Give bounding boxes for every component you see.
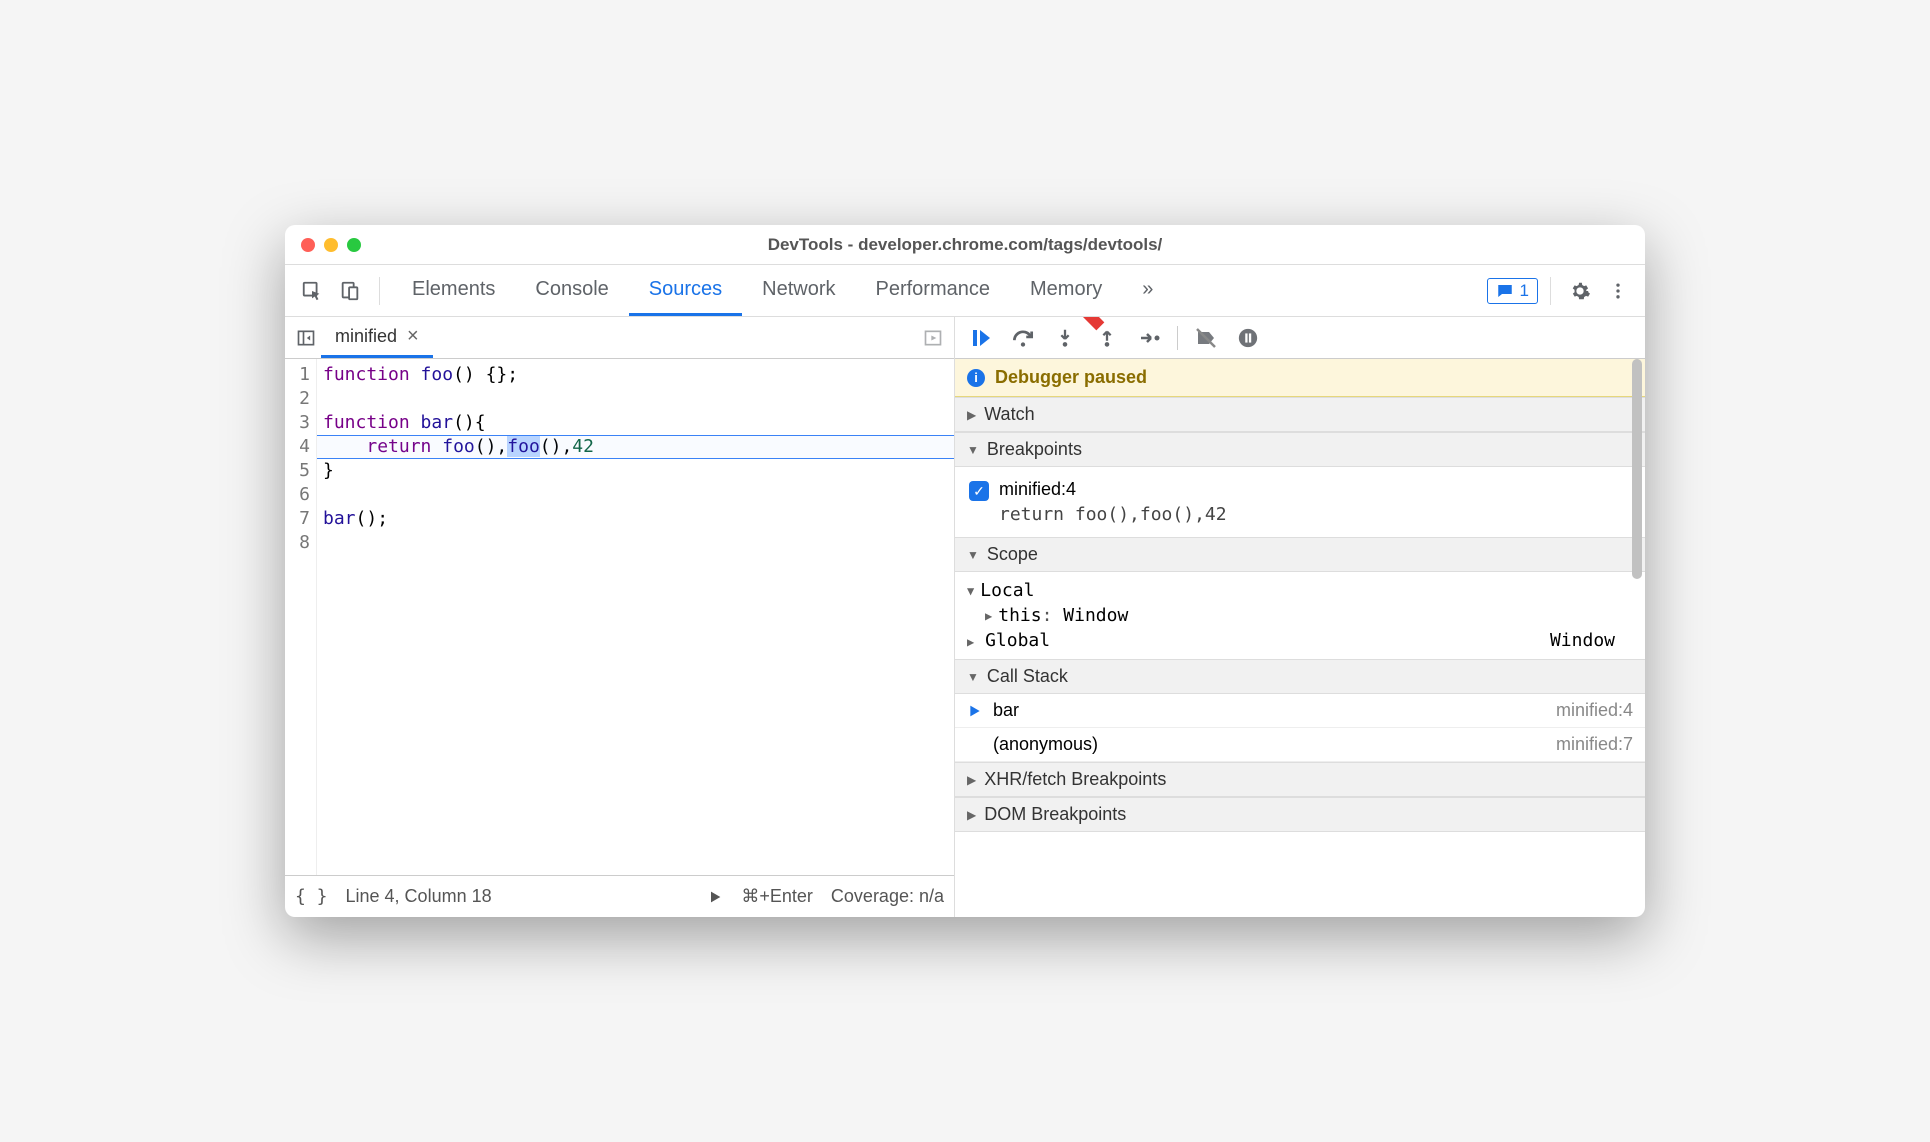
tab-network[interactable]: Network xyxy=(742,265,855,316)
code-editor[interactable]: 12345678 function foo() {}; function bar… xyxy=(285,359,954,875)
sources-pane: minified × 12345678 function foo() {}; f… xyxy=(285,317,955,917)
chevron-down-icon: ▼ xyxy=(967,670,979,684)
file-tab-label: minified xyxy=(335,326,397,347)
run-snippet-icon[interactable] xyxy=(918,323,948,353)
resume-button[interactable] xyxy=(961,321,1001,355)
chevron-right-icon: ▶ xyxy=(967,635,974,649)
paused-label: Debugger paused xyxy=(995,367,1147,388)
step-button[interactable] xyxy=(1129,321,1169,355)
file-tabbar: minified × xyxy=(285,317,954,359)
breakpoint-location: minified:4 xyxy=(999,479,1227,500)
device-toggle-icon[interactable] xyxy=(333,274,367,308)
tab-console[interactable]: Console xyxy=(515,265,628,316)
breakpoint-snippet: return foo(),foo(),42 xyxy=(999,500,1227,525)
callstack-frame[interactable]: barminified:4 xyxy=(955,694,1645,728)
breakpoint-checkbox[interactable]: ✓ xyxy=(969,481,989,501)
separator xyxy=(1550,277,1551,305)
breakpoint-item[interactable]: ✓ minified:4 return foo(),foo(),42 xyxy=(969,473,1631,531)
breakpoints-section-body: ✓ minified:4 return foo(),foo(),42 xyxy=(955,467,1645,537)
feedback-count: 1 xyxy=(1520,281,1529,301)
xhr-breakpoints-header[interactable]: ▶ XHR/fetch Breakpoints xyxy=(955,762,1645,797)
run-shortcut-hint: ⌘+Enter xyxy=(741,886,813,907)
tab-memory[interactable]: Memory xyxy=(1010,265,1122,316)
file-tab-minified[interactable]: minified × xyxy=(321,317,433,358)
inspect-element-icon[interactable] xyxy=(295,274,329,308)
scope-section-header[interactable]: ▼ Scope xyxy=(955,537,1645,572)
chevron-right-icon: ▶ xyxy=(967,408,976,422)
callstack-section-header[interactable]: ▼ Call Stack xyxy=(955,659,1645,694)
debugger-controls xyxy=(955,317,1645,359)
current-frame-icon xyxy=(967,703,983,719)
separator xyxy=(1177,326,1178,350)
code-content[interactable]: function foo() {}; function bar(){ retur… xyxy=(317,359,954,875)
pause-on-exceptions-button[interactable] xyxy=(1228,321,1268,355)
line-number-gutter[interactable]: 12345678 xyxy=(285,359,317,875)
pretty-print-button[interactable]: { } xyxy=(295,886,328,907)
maximize-window-button[interactable] xyxy=(347,238,361,252)
dom-breakpoints-header[interactable]: ▶ DOM Breakpoints xyxy=(955,797,1645,832)
info-icon: i xyxy=(967,369,985,387)
window-title: DevTools - developer.chrome.com/tags/dev… xyxy=(285,235,1645,255)
minimize-window-button[interactable] xyxy=(324,238,338,252)
more-tabs-button[interactable]: » xyxy=(1122,265,1173,316)
callstack-frame[interactable]: (anonymous)minified:7 xyxy=(955,728,1645,762)
deactivate-breakpoints-button[interactable] xyxy=(1186,321,1226,355)
panel-tabs: Elements Console Sources Network Perform… xyxy=(392,265,1173,316)
chevron-right-icon: ▶ xyxy=(967,773,976,787)
step-out-button[interactable] xyxy=(1087,321,1127,355)
chevron-down-icon: ▼ xyxy=(967,584,974,598)
breakpoints-section-header[interactable]: ▼ Breakpoints xyxy=(955,432,1645,467)
chevron-down-icon: ▼ xyxy=(967,443,979,457)
scope-local[interactable]: ▼ Local xyxy=(965,578,1631,603)
window-controls xyxy=(301,238,361,252)
debugger-paused-banner: i Debugger paused xyxy=(955,359,1645,397)
scope-section-body: ▼ Local ▶ this: Window ▶ Global Window xyxy=(955,572,1645,659)
scope-global[interactable]: ▶ Global Window xyxy=(965,628,1631,653)
tab-performance[interactable]: Performance xyxy=(856,265,1011,316)
main-area: minified × 12345678 function foo() {}; f… xyxy=(285,317,1645,917)
callstack-section-body: barminified:4(anonymous)minified:7 xyxy=(955,694,1645,762)
devtools-window: DevTools - developer.chrome.com/tags/dev… xyxy=(285,225,1645,917)
chevron-right-icon: ▶ xyxy=(967,808,976,822)
navigator-toggle-icon[interactable] xyxy=(291,323,321,353)
debugger-pane: i Debugger paused ▶ Watch ▼ Breakpoints … xyxy=(955,317,1645,917)
feedback-badge[interactable]: 1 xyxy=(1487,278,1538,304)
scrollbar-thumb[interactable] xyxy=(1632,359,1642,579)
editor-statusbar: { } Line 4, Column 18 ⌘+Enter Coverage: … xyxy=(285,875,954,917)
tab-elements[interactable]: Elements xyxy=(392,265,515,316)
coverage-label: Coverage: n/a xyxy=(831,886,944,907)
close-tab-icon[interactable]: × xyxy=(407,325,419,348)
scrollbar[interactable] xyxy=(1630,359,1644,917)
watch-section-header[interactable]: ▶ Watch xyxy=(955,397,1645,432)
settings-icon[interactable] xyxy=(1563,274,1597,308)
scope-this[interactable]: ▶ this: Window xyxy=(965,603,1631,628)
chevron-down-icon: ▼ xyxy=(967,548,979,562)
panel-tabbar: Elements Console Sources Network Perform… xyxy=(285,265,1645,317)
close-window-button[interactable] xyxy=(301,238,315,252)
step-over-button[interactable] xyxy=(1003,321,1043,355)
chevron-right-icon: ▶ xyxy=(985,609,992,623)
step-into-button[interactable] xyxy=(1045,321,1085,355)
kebab-menu-icon[interactable] xyxy=(1601,274,1635,308)
play-icon[interactable] xyxy=(707,889,723,905)
tab-sources[interactable]: Sources xyxy=(629,265,742,316)
separator xyxy=(379,277,380,305)
titlebar: DevTools - developer.chrome.com/tags/dev… xyxy=(285,225,1645,265)
cursor-position: Line 4, Column 18 xyxy=(346,886,492,907)
